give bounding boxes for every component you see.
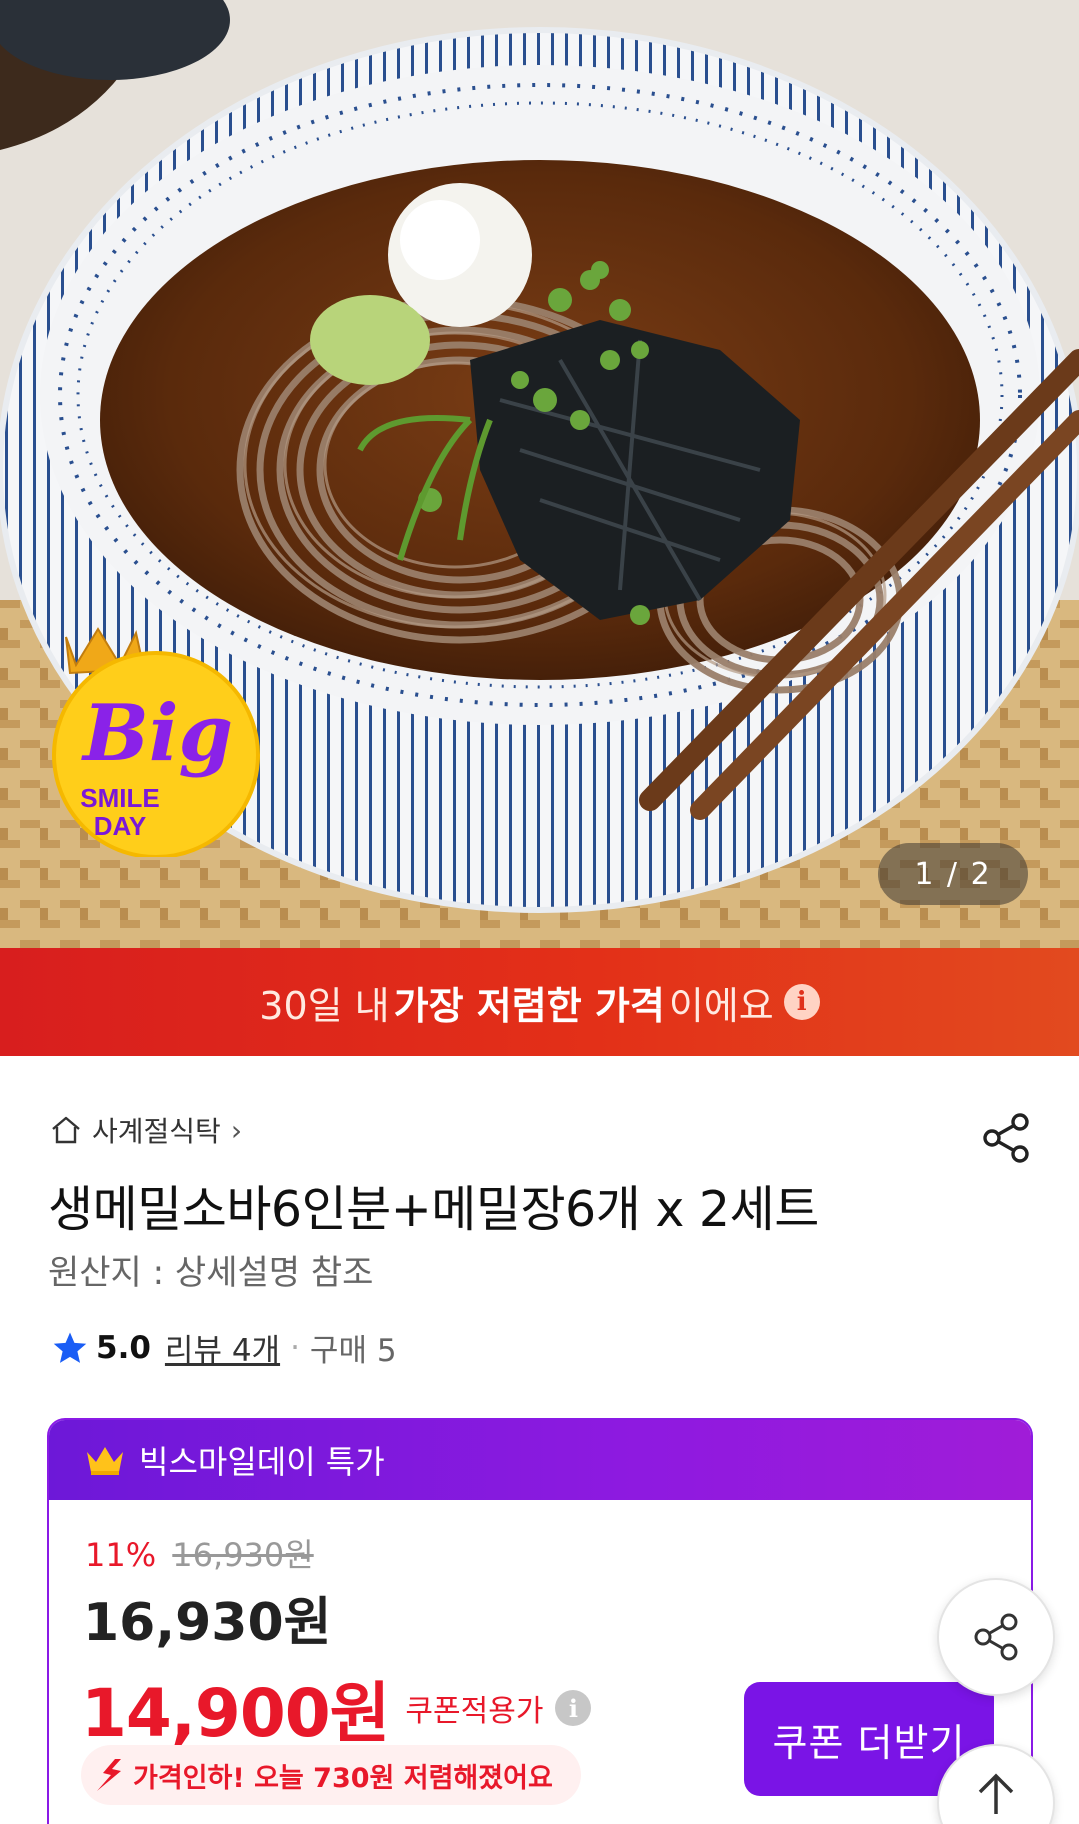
coupon-info-icon[interactable]: i	[555, 1690, 592, 1726]
arrow-up-icon	[978, 1773, 1014, 1814]
svg-text:Big: Big	[81, 688, 233, 779]
floating-share-button[interactable]	[937, 1578, 1055, 1696]
share-icon	[974, 1613, 1018, 1661]
svg-text:SMILE: SMILE	[80, 783, 159, 813]
share-icon[interactable]	[978, 1110, 1034, 1166]
svg-text:DAY: DAY	[94, 811, 147, 841]
deal-box: 빅스마일데이 특가 11% 16,930원 16,930원 14,900원 쿠폰…	[47, 1418, 1033, 1824]
store-name: 사계절식탁	[92, 1115, 221, 1148]
deal-header: 빅스마일데이 특가	[49, 1420, 1031, 1500]
discount-percent: 11%	[85, 1536, 157, 1574]
banner-suffix: 이에요	[668, 983, 774, 1028]
deal-header-label: 빅스마일데이 특가	[139, 1443, 385, 1481]
star-icon	[53, 1331, 87, 1363]
banner-highlight: 가장 저렴한 가격	[393, 983, 665, 1028]
product-title: 생메밀소바6인분+메밀장6개 x 2세트	[48, 1181, 819, 1238]
arrow-down-icon	[97, 1759, 121, 1791]
separator-dot: ·	[290, 1329, 300, 1366]
purchase-count: 구매 5	[309, 1333, 397, 1369]
price-drop-text: 가격인하! 오늘 730원 저렴해졌어요	[133, 1762, 553, 1794]
sale-price: 16,930원	[83, 1593, 332, 1653]
discount-row: 11% 16,930원	[85, 1530, 314, 1576]
original-price: 16,930원	[172, 1536, 314, 1574]
coupon-price: 14,900원	[81, 1675, 390, 1752]
reviews-link[interactable]: 리뷰 4개	[165, 1325, 280, 1370]
rating-score: 5.0	[96, 1329, 151, 1366]
info-icon[interactable]: i	[783, 984, 820, 1020]
product-image[interactable]: Big SMILE DAY 1 / 2	[0, 0, 1079, 948]
lowest-price-banner[interactable]: 30일 내 가장 저렴한 가격 이에요 i	[0, 948, 1079, 1056]
coupon-price-row: 14,900원 쿠폰적용가 i	[81, 1660, 592, 1756]
big-smile-day-badge: Big SMILE DAY	[52, 627, 260, 857]
banner-prefix: 30일 내	[259, 983, 390, 1028]
store-link[interactable]: 사계절식탁 ›	[50, 1110, 242, 1150]
rating-row: 5.0 리뷰 4개 · 구매 5	[52, 1325, 397, 1370]
home-icon	[52, 1116, 80, 1144]
coupon-price-label: 쿠폰적용가	[405, 1694, 544, 1729]
crown-icon	[87, 1447, 123, 1475]
chevron-right-icon: ›	[230, 1113, 243, 1147]
product-origin: 원산지 : 상세설명 참조	[48, 1253, 374, 1293]
price-drop-notice: 가격인하! 오늘 730원 저렴해졌어요	[81, 1745, 581, 1805]
image-counter: 1 / 2	[878, 843, 1028, 905]
